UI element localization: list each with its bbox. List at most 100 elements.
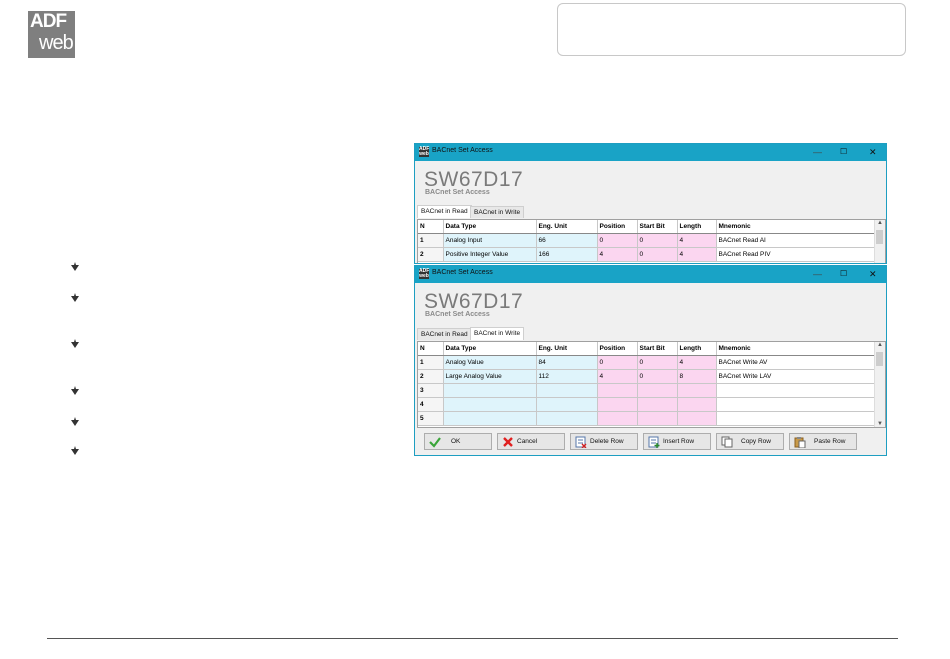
delete-row-icon [575,436,587,449]
insert-row-button[interactable]: Insert Row [643,433,711,450]
bullet-icon [71,386,79,395]
data-grid[interactable]: N Data Type Eng. Unit Position Start Bit… [417,341,886,428]
cell-length[interactable]: 4 [677,355,717,370]
cell-mnemonic[interactable] [716,397,876,412]
table-row[interactable]: 5 [418,411,876,426]
cell-data-type[interactable] [443,383,537,398]
app-icon: ADF web [419,268,430,279]
product-subtitle: BACnet Set Access [425,311,490,318]
cell-data-type[interactable]: Positive Integer Value [443,247,537,262]
title-bar: ADF web BACnet Set Access — ☐ ✕ [415,144,886,161]
col-header-start-bit: Start Bit [637,342,678,356]
cell-mnemonic[interactable] [716,383,876,398]
cell-start-bit[interactable]: 0 [637,369,678,384]
cell-length[interactable]: 8 [677,369,717,384]
app-icon: ADF web [419,146,430,157]
bullet-icon [71,339,79,348]
scroll-up-icon[interactable]: ▲ [877,220,883,226]
col-header-length: Length [677,342,717,356]
minimize-button[interactable]: — [813,268,822,280]
cell-n: 5 [418,411,444,426]
close-button[interactable]: ✕ [869,146,877,158]
cell-eng-unit[interactable] [536,411,598,426]
cell-eng-unit[interactable]: 66 [536,233,598,248]
cell-start-bit[interactable]: 0 [637,247,678,262]
logo-text-top: ADF [30,11,67,32]
insert-row-button-label: Insert Row [663,438,695,445]
data-grid[interactable]: N Data Type Eng. Unit Position Start Bit… [417,219,886,263]
cell-mnemonic[interactable]: BACnet Read PIV [716,247,876,262]
cell-start-bit[interactable]: 0 [637,233,678,248]
delete-row-button[interactable]: Delete Row [570,433,638,450]
vertical-scrollbar[interactable]: ▲ [874,220,885,263]
cell-position[interactable]: 0 [597,233,638,248]
cell-n: 3 [418,383,444,398]
cell-mnemonic[interactable]: BACnet Write AV [716,355,876,370]
maximize-button[interactable]: ☐ [840,268,847,280]
tab-bacnet-write[interactable]: BACnet in Write [470,206,525,218]
cell-position[interactable]: 4 [597,247,638,262]
minimize-button[interactable]: — [813,146,822,158]
paste-row-button-label: Paste Row [814,438,846,445]
cell-n: 2 [418,369,444,384]
tab-bacnet-write[interactable]: BACnet in Write [470,327,525,340]
ok-button[interactable]: OK [424,433,492,450]
vertical-scrollbar[interactable]: ▲ ▼ [874,342,885,427]
bullet-icon [71,417,79,426]
cell-eng-unit[interactable]: 112 [536,369,598,384]
scroll-up-icon[interactable]: ▲ [877,342,883,348]
cell-n: 1 [418,355,444,370]
maximize-button[interactable]: ☐ [840,146,847,158]
tab-bacnet-read[interactable]: BACnet in Read [417,328,472,340]
scroll-thumb[interactable] [876,352,883,366]
cancel-button[interactable]: Cancel [497,433,565,450]
cell-start-bit[interactable] [637,397,678,412]
cell-length[interactable] [677,411,717,426]
cell-position[interactable] [597,383,638,398]
cell-data-type[interactable]: Analog Input [443,233,537,248]
cell-data-type[interactable] [443,411,537,426]
cell-length[interactable]: 4 [677,233,717,248]
scroll-down-icon[interactable]: ▼ [877,421,883,427]
table-row[interactable]: 2 Large Analog Value 112 4 0 8 BACnet Wr… [418,369,876,384]
tab-bacnet-read[interactable]: BACnet in Read [417,205,472,218]
cell-length[interactable]: 4 [677,247,717,262]
table-row[interactable]: 1 Analog Value 84 0 0 4 BACnet Write AV [418,355,876,370]
col-header-start-bit: Start Bit [637,220,678,234]
bacnet-write-window: ADF web BACnet Set Access — ☐ ✕ SW67D17 B… [414,265,887,456]
cell-mnemonic[interactable]: BACnet Write LAV [716,369,876,384]
cell-start-bit[interactable]: 0 [637,355,678,370]
cell-eng-unit[interactable]: 84 [536,355,598,370]
scroll-thumb[interactable] [876,230,883,244]
cell-length[interactable] [677,397,717,412]
table-row[interactable]: 1 Analog Input 66 0 0 4 BACnet Read AI [418,233,876,248]
close-button[interactable]: ✕ [869,268,877,280]
cell-data-type[interactable]: Analog Value [443,355,537,370]
cell-start-bit[interactable] [637,383,678,398]
cell-position[interactable]: 0 [597,355,638,370]
copy-row-button[interactable]: Copy Row [716,433,784,450]
table-row[interactable]: 2 Positive Integer Value 166 4 0 4 BACne… [418,247,876,262]
cell-mnemonic[interactable] [716,411,876,426]
table-row[interactable]: 3 [418,383,876,398]
col-header-n: N [418,342,444,356]
cell-mnemonic[interactable]: BACnet Read AI [716,233,876,248]
cell-start-bit[interactable] [637,411,678,426]
cell-eng-unit[interactable] [536,383,598,398]
cell-position[interactable] [597,397,638,412]
cell-eng-unit[interactable] [536,397,598,412]
cell-data-type[interactable] [443,397,537,412]
cell-data-type[interactable]: Large Analog Value [443,369,537,384]
cell-eng-unit[interactable]: 166 [536,247,598,262]
col-header-mnemonic: Mnemonic [716,342,876,356]
col-header-data-type: Data Type [443,220,537,234]
cell-position[interactable] [597,411,638,426]
table-row[interactable]: 4 [418,397,876,412]
logo-text-bottom: web [39,32,74,54]
cell-length[interactable] [677,383,717,398]
cell-position[interactable]: 4 [597,369,638,384]
adfweb-logo: ADF web [28,11,75,58]
col-header-position: Position [597,220,638,234]
bullet-icon [71,446,79,455]
paste-row-button[interactable]: Paste Row [789,433,857,450]
